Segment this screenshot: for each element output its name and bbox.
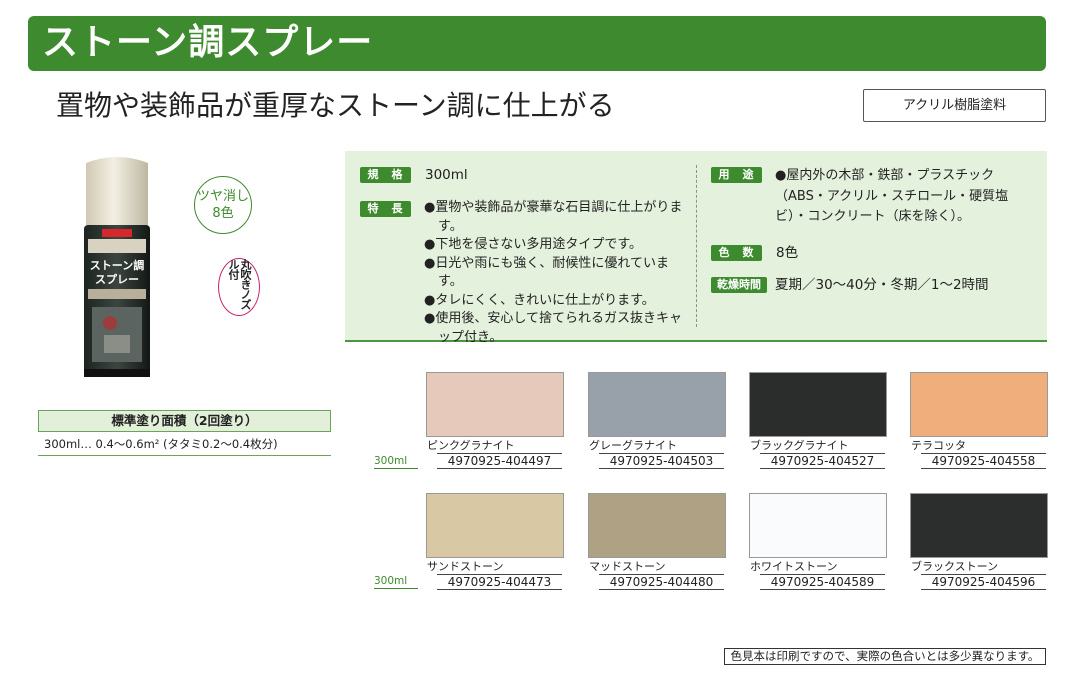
can-label-2: スプレー <box>95 272 139 286</box>
color-swatch: ブラックグラナイト 4970925-404527 <box>749 372 887 469</box>
list-item: 置物や装飾品が豪華な石目調に仕上がります。 <box>424 199 686 236</box>
swatch-code: 4970925-404497 <box>437 453 562 469</box>
list-item: タレにくく、きれいに仕上がります。 <box>424 292 686 311</box>
swatch-name: ピンクグラナイト <box>427 439 515 452</box>
use-row: 用 途 ●屋内外の木部・鉄部・プラスチック（ABS・アクリル・スチロール・硬質塩… <box>711 167 1033 228</box>
color-swatch: サンドストーン 4970925-404473 <box>426 493 564 590</box>
list-item: 下地を侵さない多用途タイプです。 <box>424 236 686 255</box>
size-label: 300ml <box>374 455 418 469</box>
swatch-chip <box>749 372 887 437</box>
swatch-chip <box>910 493 1048 558</box>
features-label: 特 長 <box>360 201 411 217</box>
swatch-name: グレーグラナイト <box>589 439 677 452</box>
swatch-chip <box>910 372 1048 437</box>
size-label: 300ml <box>374 575 418 589</box>
swatch-chip <box>749 493 887 558</box>
finish-label: ツヤ消し <box>196 189 249 204</box>
dry-value: 夏期／30～40分・冬期／1～2時間 <box>775 277 989 293</box>
tagline: 置物や装飾品が重厚なストーン調に仕上がる <box>56 89 615 122</box>
swatch-code: 4970925-404596 <box>921 574 1046 590</box>
color-swatch: テラコッタ 4970925-404558 <box>910 372 1048 469</box>
spec-row: 規 格 300ml <box>360 167 468 185</box>
spec-label: 規 格 <box>360 167 411 183</box>
nozzle-label: 丸吹きノズル付 <box>227 259 252 309</box>
swatch-code: 4970925-404558 <box>921 453 1046 469</box>
nozzle-badge: 丸吹きノズル付 <box>218 258 260 316</box>
page-title: ストーン調スプレー <box>42 22 374 63</box>
swatch-code: 4970925-404589 <box>760 574 885 590</box>
dry-row: 乾燥時間 夏期／30～40分・冬期／1～2時間 <box>711 277 989 295</box>
colors-row: 色 数 8色 <box>711 245 798 263</box>
swatch-name: ホワイトストーン <box>750 560 838 573</box>
colors-value: 8色 <box>776 245 799 261</box>
color-count-label: 8色 <box>212 206 234 221</box>
color-swatch: グレーグラナイト 4970925-404503 <box>588 372 726 469</box>
color-swatch: ホワイトストーン 4970925-404589 <box>749 493 887 590</box>
color-swatch: マッドストーン 4970925-404480 <box>588 493 726 590</box>
swatch-name: ブラックストーン <box>911 560 999 573</box>
use-label: 用 途 <box>711 167 762 183</box>
title-bar: ストーン調スプレー <box>28 16 1046 71</box>
list-item: 使用後、安心して捨てられるガス抜きキャップ付き。 <box>424 310 686 347</box>
can-label-1: ストーン調 <box>90 258 144 272</box>
list-item: 日光や雨にも強く、耐候性に優れています。 <box>424 255 686 292</box>
swatch-code: 4970925-404473 <box>437 574 562 590</box>
spec-panel: 規 格 300ml 特 長 置物や装飾品が豪華な石目調に仕上がります。 下地を侵… <box>345 151 1047 345</box>
swatch-chip <box>588 493 726 558</box>
spec-value: 300ml <box>425 167 468 183</box>
color-swatch: ブラックストーン 4970925-404596 <box>910 493 1048 590</box>
colors-label: 色 数 <box>711 245 762 261</box>
swatch-name: マッドストーン <box>589 560 666 573</box>
category-badge: アクリル樹脂塗料 <box>863 89 1046 122</box>
features-row: 特 長 置物や装飾品が豪華な石目調に仕上がります。 下地を侵さない多用途タイプで… <box>360 199 686 347</box>
swatch-code: 4970925-404480 <box>599 574 724 590</box>
swatch-name: テラコッタ <box>911 439 966 452</box>
swatch-code: 4970925-404527 <box>760 453 885 469</box>
swatch-name: サンドストーン <box>427 560 504 573</box>
color-disclaimer: 色見本は印刷ですので、実際の色合いとは多少異なります。 <box>724 648 1046 665</box>
matte-finish-badge: ツヤ消し 8色 <box>194 176 252 234</box>
swatch-chip <box>588 372 726 437</box>
coverage-value: 300ml… 0.4～0.6m² (タタミ0.2～0.4枚分) <box>38 432 331 456</box>
swatch-chip <box>426 372 564 437</box>
swatch-chip <box>426 493 564 558</box>
dry-label: 乾燥時間 <box>711 277 767 293</box>
spray-can-image: ストーン調 スプレー <box>84 157 150 377</box>
use-value: ●屋内外の木部・鉄部・プラスチック（ABS・アクリル・スチロール・硬質塩ビ）・コ… <box>775 168 1009 224</box>
coverage-heading: 標準塗り面積（2回塗り） <box>38 410 331 432</box>
features-list: 置物や装飾品が豪華な石目調に仕上がります。 下地を侵さない多用途タイプです。 日… <box>424 199 686 347</box>
coverage-box: 標準塗り面積（2回塗り） 300ml… 0.4～0.6m² (タタミ0.2～0.… <box>38 410 331 456</box>
divider <box>696 165 697 327</box>
color-swatch: ピンクグラナイト 4970925-404497 <box>426 372 564 469</box>
swatch-name: ブラックグラナイト <box>750 439 849 452</box>
swatch-code: 4970925-404503 <box>599 453 724 469</box>
